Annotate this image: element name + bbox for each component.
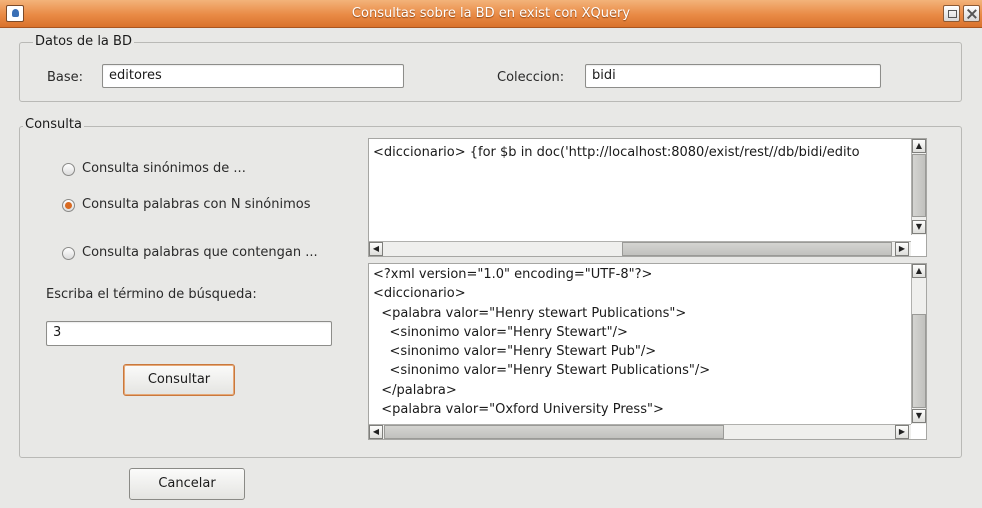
arrow-up-icon[interactable]: ▲ <box>912 264 926 278</box>
coleccion-label: Coleccion: <box>497 70 565 85</box>
result-text[interactable]: <?xml version="1.0" encoding="UTF-8"?> <… <box>369 264 926 419</box>
consulta-legend: Consulta <box>23 117 84 133</box>
result-vscroll[interactable]: ▲ ▼ <box>911 264 926 424</box>
datos-legend: Datos de la BD <box>33 34 134 50</box>
maximize-icon[interactable] <box>943 5 960 22</box>
query-text[interactable]: <diccionario> {for $b in doc('http://loc… <box>369 139 926 162</box>
close-icon[interactable] <box>963 5 980 22</box>
radio-sinonimos[interactable] <box>62 163 75 176</box>
result-area[interactable]: <?xml version="1.0" encoding="UTF-8"?> <… <box>368 263 927 440</box>
query-hscroll[interactable]: ◀ ▶ <box>369 241 911 256</box>
result-vscroll-thumb[interactable] <box>912 314 926 408</box>
arrow-down-icon[interactable]: ▼ <box>912 409 926 423</box>
arrow-left-icon[interactable]: ◀ <box>369 242 383 256</box>
radio-sinonimos-label[interactable]: Consulta sinónimos de ... <box>82 159 246 179</box>
radio-contengan[interactable] <box>62 247 75 260</box>
radio-n-sinonimos[interactable] <box>62 199 75 212</box>
coleccion-field[interactable]: bidi <box>585 64 881 88</box>
base-field[interactable]: editores <box>102 64 404 88</box>
base-label: Base: <box>47 70 84 85</box>
radio-contengan-label[interactable]: Consulta palabras que contengan ... <box>82 243 318 263</box>
query-vscroll-thumb[interactable] <box>912 154 926 217</box>
arrow-down-icon[interactable]: ▼ <box>912 220 926 234</box>
arrow-right-icon[interactable]: ▶ <box>895 425 909 439</box>
arrow-up-icon[interactable]: ▲ <box>912 139 926 153</box>
app-icon[interactable] <box>6 5 24 22</box>
query-area[interactable]: <diccionario> {for $b in doc('http://loc… <box>368 138 927 257</box>
consultar-button[interactable]: Consultar <box>123 364 235 396</box>
result-hscroll-thumb[interactable] <box>384 425 724 439</box>
search-term-input[interactable]: 3 <box>46 321 332 346</box>
arrow-right-icon[interactable]: ▶ <box>895 242 909 256</box>
arrow-left-icon[interactable]: ◀ <box>369 425 383 439</box>
cancelar-button[interactable]: Cancelar <box>129 468 245 500</box>
query-vscroll[interactable]: ▲ ▼ <box>911 139 926 235</box>
query-hscroll-thumb[interactable] <box>622 242 892 256</box>
result-hscroll[interactable]: ◀ ▶ <box>369 424 911 439</box>
window-title: Consultas sobre la BD en exist con XQuer… <box>351 6 631 21</box>
search-term-label: Escriba el término de búsqueda: <box>46 287 257 302</box>
radio-n-sinonimos-label[interactable]: Consulta palabras con N sinónimos <box>82 195 311 215</box>
